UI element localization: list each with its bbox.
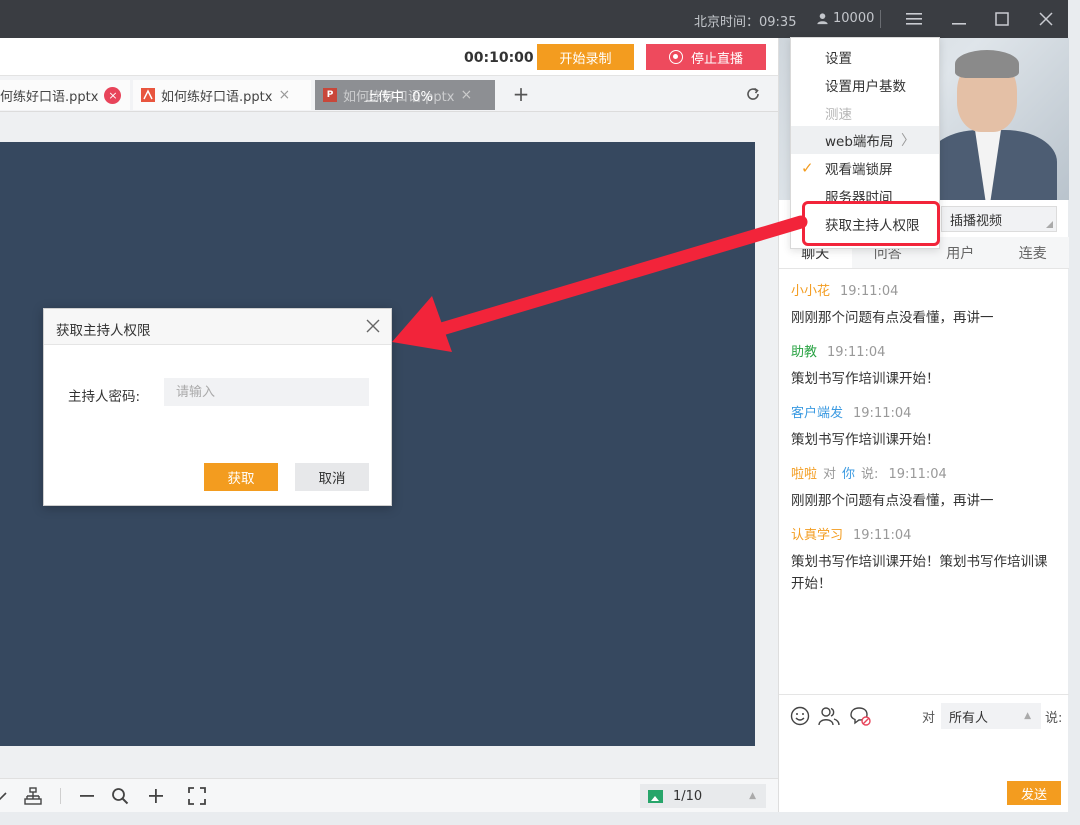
tab-label-wrap: 如何练好口语.pptx 上传中 0% <box>343 86 454 105</box>
stop-live-button[interactable]: 停止直播 <box>646 44 766 70</box>
zoom-icon[interactable] <box>109 785 131 807</box>
cancel-button[interactable]: 取消 <box>295 463 369 491</box>
add-tab-button[interactable]: + <box>508 82 534 106</box>
message-text: 策划书写作培训课开始！ <box>791 371 940 387</box>
bottom-divider <box>60 788 61 804</box>
menu-item-user-base[interactable]: 设置用户基数 <box>791 71 939 99</box>
tab-close-icon[interactable]: × <box>104 86 122 104</box>
menu-item-web-layout[interactable]: web端布局 〉 <box>791 126 939 154</box>
tree-icon[interactable] <box>22 785 44 807</box>
tab-close-icon[interactable]: × <box>278 87 290 103</box>
video-person-hair <box>955 50 1019 78</box>
document-tabs: 何练好口语.pptx × 如何练好口语.pptx × P 如何练好口语.pptx… <box>0 76 778 112</box>
chat-message: 客户端发 19:11:04 策划书写作培训课开始！ <box>791 402 1057 451</box>
hamburger-menu-icon[interactable] <box>903 8 925 30</box>
close-icon[interactable] <box>1035 8 1057 30</box>
to-word: 对 <box>823 467 837 482</box>
tab-label: 何练好口语.pptx <box>0 89 99 105</box>
pdf-icon <box>141 88 155 102</box>
chat-message: 小小花 19:11:04 刚刚那个问题有点没看懂，再讲一 <box>791 280 1057 329</box>
menu-item-label: 观看端锁屏 <box>825 162 893 178</box>
recipient-select[interactable]: 所有人 ▲ <box>941 703 1041 729</box>
say-label: 说: <box>1045 711 1063 726</box>
dialog-title: 获取主持人权限 <box>56 323 151 339</box>
sender-name[interactable]: 客户端发 <box>791 406 843 421</box>
sender-name[interactable]: 啦啦 <box>791 467 817 482</box>
recipient-value: 所有人 <box>949 710 989 726</box>
users-icon[interactable] <box>818 705 840 727</box>
message-time: 19:11:04 <box>840 284 899 299</box>
zoom-out-icon[interactable] <box>76 785 98 807</box>
message-text: 刚刚那个问题有点没看懂，再讲一 <box>791 493 994 509</box>
password-label: 主持人密码: <box>68 389 141 405</box>
chat-message: 助教 19:11:04 策划书写作培训课开始！ <box>791 341 1057 390</box>
message-time: 19:11:04 <box>827 345 886 360</box>
page-selector[interactable]: 1/10 ▲ <box>640 784 766 808</box>
sender-name[interactable]: 小小花 <box>791 284 830 299</box>
title-bar: 北京时间：09:35 10000 <box>0 0 1068 38</box>
top-toolbar: 00:10:00 开始录制 停止直播 <box>0 38 778 76</box>
upload-progress: 上传中 0% <box>365 89 433 105</box>
stop-live-label: 停止直播 <box>690 50 743 66</box>
no-chat-icon[interactable] <box>849 705 871 727</box>
zoom-in-icon[interactable] <box>145 785 167 807</box>
image-icon <box>648 789 663 803</box>
dialog-header: 获取主持人权限 <box>44 309 391 345</box>
message-text: 刚刚那个问题有点没看懂，再讲一 <box>791 310 994 326</box>
user-count-value: 10000 <box>833 11 875 26</box>
tab-document-2[interactable]: 如何练好口语.pptx × <box>133 80 311 110</box>
title-divider <box>880 10 881 28</box>
live-timer: 00:10:00 <box>464 50 534 66</box>
tab-label: 如何练好口语.pptx <box>161 89 273 105</box>
target-name[interactable]: 你 <box>842 467 855 482</box>
message-time: 19:11:04 <box>853 528 912 543</box>
menu-item-label: web端布局 <box>825 134 894 150</box>
tab-document-1[interactable]: 何练好口语.pptx × <box>0 80 130 110</box>
message-time: 19:11:04 <box>853 406 912 421</box>
message-text: 策划书写作培训课开始！ <box>791 432 940 448</box>
minimize-icon[interactable] <box>948 8 970 30</box>
say-word: 说: <box>861 467 879 482</box>
message-time: 19:11:04 <box>888 467 947 482</box>
message-text: 策划书写作培训课开始！策划书写作培训课开始！ <box>791 554 1048 592</box>
caret-up-icon: ▲ <box>1024 711 1031 721</box>
insert-video-select[interactable]: 插播视频 <box>941 206 1057 232</box>
highlight-box <box>802 201 940 246</box>
chat-message: 啦啦对你说: 19:11:04 刚刚那个问题有点没看懂，再讲一 <box>791 463 1057 512</box>
menu-item-speed-test[interactable]: 测速 <box>791 99 939 127</box>
ppt-icon: P <box>323 88 337 102</box>
maximize-icon[interactable] <box>991 8 1013 30</box>
stop-icon <box>668 50 683 64</box>
sender-name[interactable]: 认真学习 <box>791 528 843 543</box>
chevron-right-icon: 〉 <box>901 133 915 149</box>
user-icon <box>817 13 828 25</box>
page-indicator: 1/10 <box>673 788 703 804</box>
sender-name[interactable]: 助教 <box>791 345 817 360</box>
fullscreen-icon[interactable] <box>186 785 208 807</box>
host-password-input[interactable] <box>164 378 369 406</box>
app-window: 北京时间：09:35 10000 00:10:00 开始录制 停止直播 何练好口… <box>0 0 1080 825</box>
chat-messages: 小小花 19:11:04 刚刚那个问题有点没看懂，再讲一 助教 19:11:04 策… <box>779 272 1069 692</box>
obtain-button[interactable]: 获取 <box>204 463 278 491</box>
menu-item-lock-screen[interactable]: ✓ 观看端锁屏 <box>791 154 939 182</box>
checkmark-icon: ✓ <box>801 159 814 177</box>
to-label: 对 <box>922 711 936 726</box>
tab-co-host[interactable]: 连麦 <box>996 237 1069 268</box>
pen-icon[interactable] <box>0 785 14 807</box>
refresh-icon[interactable] <box>742 83 764 105</box>
chat-message: 认真学习 19:11:04 策划书写作培训课开始！策划书写作培训课开始！ <box>791 524 1057 595</box>
tab-close-icon[interactable]: × <box>460 87 472 103</box>
send-button[interactable]: 发送 <box>1007 781 1061 805</box>
emoji-icon[interactable] <box>789 705 811 727</box>
user-count: 10000 <box>816 11 874 26</box>
close-icon[interactable] <box>364 317 382 335</box>
host-permission-dialog: 获取主持人权限 主持人密码: 获取 取消 <box>43 308 392 506</box>
bottom-toolbar: 1/10 ▲ <box>0 778 778 812</box>
start-recording-button[interactable]: 开始录制 <box>537 44 634 70</box>
beijing-time: 北京时间：09:35 <box>694 15 797 30</box>
caret-up-icon: ▲ <box>749 791 756 801</box>
chat-input-bar: 对 所有人 ▲ 说: <box>779 694 1069 734</box>
tab-document-3[interactable]: P 如何练好口语.pptx 上传中 0% × <box>315 80 495 110</box>
menu-item-settings[interactable]: 设置 <box>791 43 939 71</box>
